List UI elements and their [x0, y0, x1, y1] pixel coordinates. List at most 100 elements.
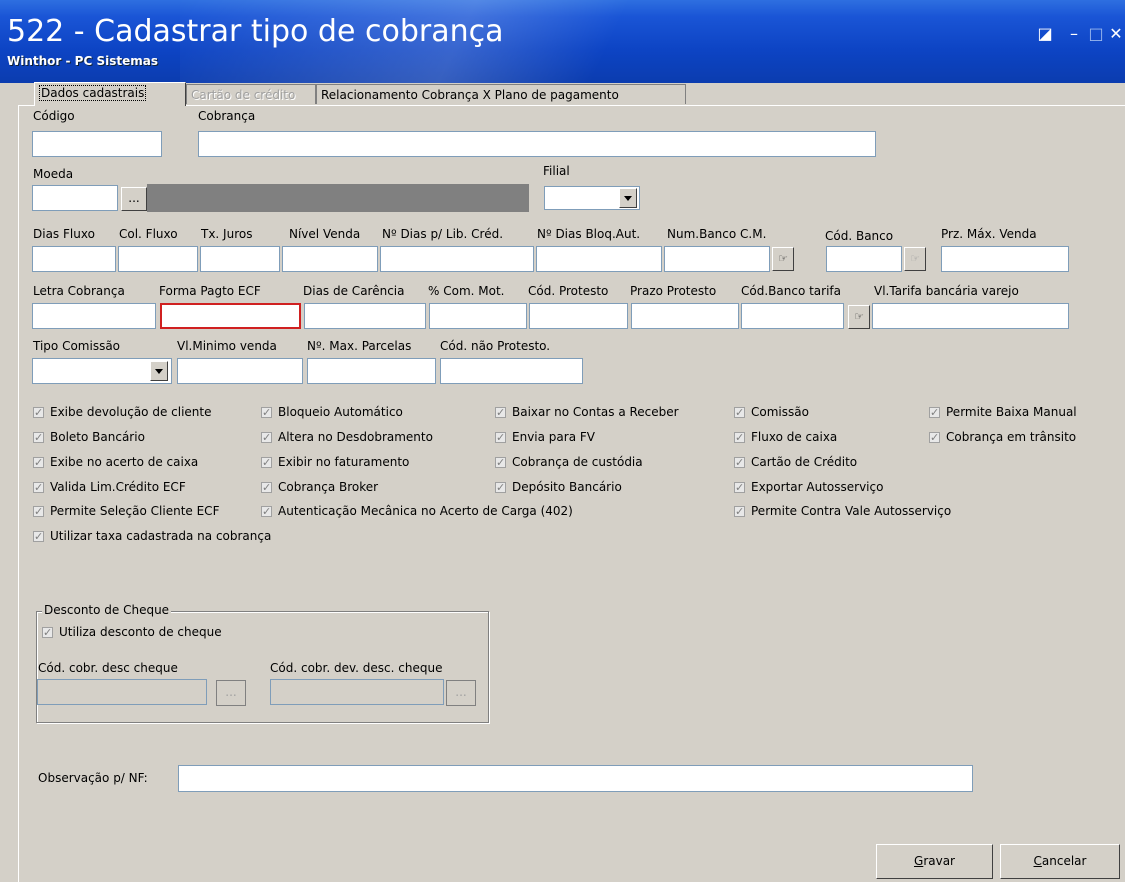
- filial-dropdown-icon[interactable]: [619, 188, 637, 208]
- close-icon[interactable]: ✕: [1108, 26, 1124, 42]
- restore-icon[interactable]: ◪: [1037, 26, 1053, 42]
- num-banco-label: Num.Banco C.M.: [667, 227, 767, 241]
- chk-deposito-bancario[interactable]: Depósito Bancário: [495, 479, 622, 496]
- cobranca-input[interactable]: [198, 131, 876, 157]
- checkbox-icon: [734, 455, 745, 471]
- filial-label: Filial: [543, 164, 570, 178]
- letra-cobranca-input[interactable]: [32, 303, 156, 329]
- dias-bloq-label: Nº Dias Bloq.Aut.: [537, 227, 641, 241]
- cod-banco-pointer-icon[interactable]: ☞: [904, 247, 926, 271]
- tab-cartao-credito[interactable]: Cartão de crédito: [186, 84, 316, 104]
- dias-carencia-label: Dias de Carência: [303, 284, 405, 298]
- max-parcelas-label: Nº. Max. Parcelas: [307, 339, 412, 353]
- moeda-description: [147, 184, 529, 212]
- chk-exibir-faturamento[interactable]: Exibir no faturamento: [261, 454, 409, 471]
- checkbox-icon: [33, 480, 44, 496]
- vl-minimo-label: Vl.Minimo venda: [177, 339, 277, 353]
- cod-banco-tarifa-input[interactable]: [741, 303, 844, 329]
- tx-juros-input[interactable]: [200, 246, 280, 272]
- forma-pagto-input[interactable]: [160, 303, 301, 329]
- checkbox-icon: [734, 504, 745, 520]
- max-parcelas-input[interactable]: [307, 358, 436, 384]
- cod-dev-desc-cheque-input[interactable]: [270, 679, 444, 705]
- chk-cobranca-transito[interactable]: Cobrança em trânsito: [929, 429, 1076, 446]
- vl-minimo-input[interactable]: [177, 358, 303, 384]
- cobranca-label: Cobrança: [198, 109, 256, 123]
- tab-dados-cadastrais[interactable]: Dados cadastrais: [34, 82, 186, 106]
- codigo-input[interactable]: [32, 131, 162, 157]
- checkbox-icon: [261, 405, 272, 421]
- chk-permite-contra-vale[interactable]: Permite Contra Vale Autosserviço: [734, 503, 951, 520]
- cod-desc-cheque-input[interactable]: [37, 679, 207, 705]
- tipo-comissao-dropdown-icon[interactable]: [150, 361, 168, 381]
- num-banco-input[interactable]: [664, 246, 770, 272]
- checkbox-icon: [33, 430, 44, 446]
- cod-banco-input[interactable]: [826, 246, 902, 272]
- chk-permite-baixa-manual[interactable]: Permite Baixa Manual: [929, 404, 1077, 421]
- cod-banco-tarifa-pointer-icon[interactable]: ☞: [848, 305, 870, 329]
- prazo-protesto-input[interactable]: [631, 303, 739, 329]
- checkbox-icon: [495, 480, 506, 496]
- chk-boleto-bancario[interactable]: Boleto Bancário: [33, 429, 145, 446]
- cod-dev-desc-cheque-label: Cód. cobr. dev. desc. cheque: [270, 661, 443, 675]
- checkbox-icon: [261, 455, 272, 471]
- chk-comissao[interactable]: Comissão: [734, 404, 809, 421]
- com-mot-label: % Com. Mot.: [428, 284, 505, 298]
- dias-bloq-input[interactable]: [536, 246, 662, 272]
- checkbox-icon: [261, 430, 272, 446]
- cod-banco-tarifa-label: Cód.Banco tarifa: [741, 284, 842, 298]
- chk-cobranca-custodia[interactable]: Cobrança de custódia: [495, 454, 643, 471]
- col-fluxo-input[interactable]: [118, 246, 198, 272]
- chk-utilizar-taxa[interactable]: Utilizar taxa cadastrada na cobrança: [33, 528, 271, 545]
- chk-exibe-acerto-caixa[interactable]: Exibe no acerto de caixa: [33, 454, 198, 471]
- chk-utiliza-desconto[interactable]: Utiliza desconto de cheque: [42, 624, 222, 641]
- moeda-input[interactable]: [32, 185, 118, 211]
- chk-altera-desdobramento[interactable]: Altera no Desdobramento: [261, 429, 433, 446]
- chk-exportar-autosservico[interactable]: Exportar Autosserviço: [734, 479, 883, 496]
- vl-tarifa-label: Vl.Tarifa bancária varejo: [874, 284, 1019, 298]
- chk-cobranca-broker[interactable]: Cobrança Broker: [261, 479, 378, 496]
- cod-protesto-input[interactable]: [529, 303, 628, 329]
- cod-dev-desc-cheque-search-button[interactable]: ...: [446, 680, 476, 706]
- checkbox-icon: [495, 455, 506, 471]
- dias-carencia-input[interactable]: [304, 303, 426, 329]
- nivel-venda-label: Nível Venda: [289, 227, 361, 241]
- dias-lib-cred-input[interactable]: [380, 246, 534, 272]
- observacao-input[interactable]: [178, 765, 973, 792]
- gravar-button[interactable]: Gravar: [876, 844, 993, 879]
- prz-max-venda-label: Prz. Máx. Venda: [941, 227, 1037, 241]
- cod-desc-cheque-label: Cód. cobr. desc cheque: [38, 661, 178, 675]
- chk-valida-lim-credito[interactable]: Valida Lim.Crédito ECF: [33, 479, 186, 496]
- dias-fluxo-label: Dias Fluxo: [33, 227, 95, 241]
- checkbox-icon: [261, 504, 272, 520]
- chk-baixar-contas-receber[interactable]: Baixar no Contas a Receber: [495, 404, 679, 421]
- col-fluxo-label: Col. Fluxo: [119, 227, 178, 241]
- minimize-icon[interactable]: –: [1066, 26, 1082, 42]
- checkbox-icon: [929, 430, 940, 446]
- cod-banco-label: Cód. Banco: [825, 229, 894, 243]
- chk-autenticacao-mecanica[interactable]: Autenticação Mecânica no Acerto de Carga…: [261, 503, 573, 520]
- chk-envia-fv[interactable]: Envia para FV: [495, 429, 595, 446]
- checkbox-icon: [495, 430, 506, 446]
- prz-max-venda-input[interactable]: [941, 246, 1069, 272]
- checkbox-icon: [33, 405, 44, 421]
- chk-permite-selecao-cliente[interactable]: Permite Seleção Cliente ECF: [33, 503, 219, 520]
- cod-desc-cheque-search-button[interactable]: ...: [216, 680, 246, 706]
- chk-fluxo-caixa[interactable]: Fluxo de caixa: [734, 429, 837, 446]
- com-mot-input[interactable]: [429, 303, 527, 329]
- vl-tarifa-input[interactable]: [872, 303, 1069, 329]
- tab-relacionamento[interactable]: Relacionamento Cobrança X Plano de pagam…: [316, 84, 686, 104]
- chk-bloqueio-automatico[interactable]: Bloqueio Automático: [261, 404, 403, 421]
- maximize-icon[interactable]: □: [1088, 26, 1104, 42]
- checkbox-icon: [33, 504, 44, 520]
- checkbox-icon: [734, 430, 745, 446]
- cod-nao-protesto-input[interactable]: [440, 358, 583, 384]
- chk-exibe-devolucao[interactable]: Exibe devolução de cliente: [33, 404, 211, 421]
- nivel-venda-input[interactable]: [282, 246, 378, 272]
- num-banco-pointer-icon[interactable]: ☞: [772, 247, 794, 271]
- moeda-search-button[interactable]: ...: [121, 187, 147, 211]
- dias-fluxo-input[interactable]: [32, 246, 116, 272]
- cancelar-button[interactable]: Cancelar: [1000, 844, 1120, 879]
- tx-juros-label: Tx. Juros: [201, 227, 253, 241]
- chk-cartao-credito[interactable]: Cartão de Crédito: [734, 454, 857, 471]
